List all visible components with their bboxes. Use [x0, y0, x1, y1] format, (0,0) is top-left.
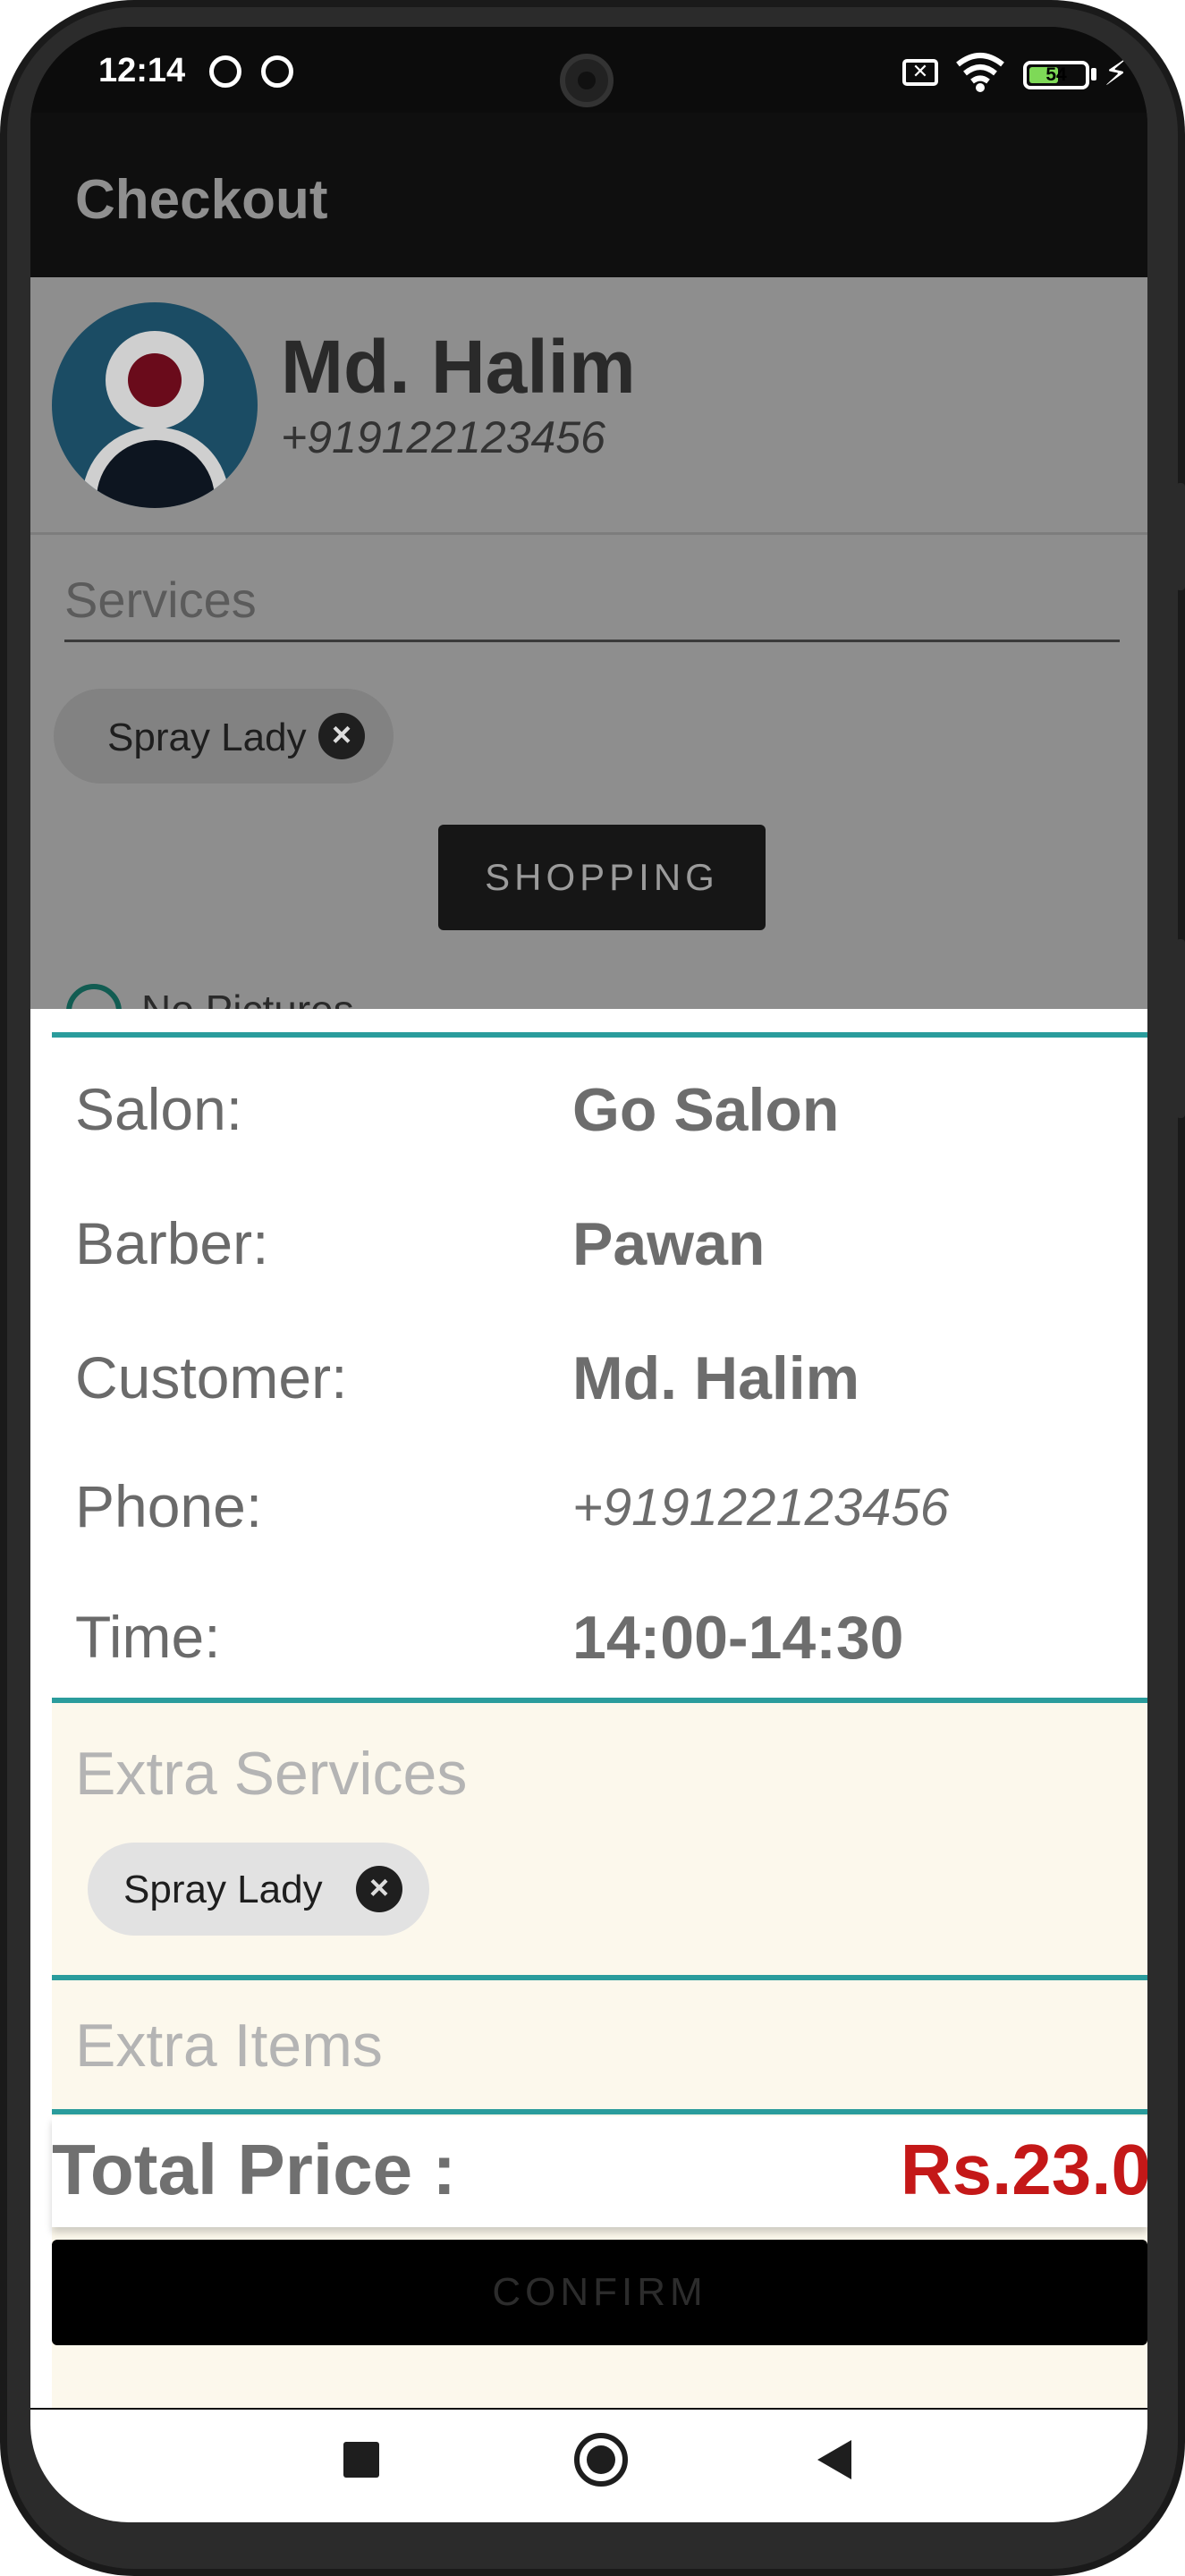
info-label: Time:	[75, 1604, 221, 1670]
sync-icon	[261, 55, 293, 88]
phone-frame: 12:14 ✕ 54 ⚡ Checkout Md. Halim +9191221…	[0, 0, 1185, 2576]
service-chip[interactable]: Spray Lady ×	[54, 689, 394, 784]
extra-service-chip[interactable]: Spray Lady ×	[88, 1843, 429, 1936]
app-bar: Checkout	[30, 113, 1147, 277]
salon-value: Go Salon	[572, 1076, 840, 1144]
confirm-button[interactable]: CONFIRM	[52, 2240, 1147, 2345]
total-price-value: Rs.23.0	[900, 2130, 1147, 2209]
phone-value: +919122123456	[572, 1479, 949, 1537]
front-camera	[560, 54, 614, 107]
info-label: Customer:	[75, 1344, 348, 1411]
customer-name: Md. Halim	[281, 325, 636, 409]
battery-percent: 54	[1045, 64, 1067, 85]
no-sim-icon: ✕	[902, 59, 938, 86]
service-chip-label: Spray Lady	[107, 716, 307, 759]
info-row-phone: Phone: +919122123456	[75, 1472, 1130, 1562]
total-price-label: Total Price :	[52, 2130, 456, 2209]
extra-items-section: Extra Items	[52, 1980, 1147, 2109]
close-circle-icon[interactable]: ×	[356, 1866, 402, 1912]
time-value: 14:00-14:30	[572, 1604, 904, 1672]
checkout-background: Md. Halim +919122123456 Services Spray L…	[30, 277, 1147, 1039]
wifi-icon	[956, 53, 1004, 92]
page-title: Checkout	[75, 169, 328, 231]
screen: 12:14 ✕ 54 ⚡ Checkout Md. Halim +9191221…	[30, 27, 1147, 2522]
status-time: 12:14	[98, 52, 186, 89]
info-label: Phone:	[75, 1473, 263, 1539]
barber-value: Pawan	[572, 1210, 766, 1278]
services-input[interactable]: Services	[64, 571, 257, 629]
customer-phone: +919122123456	[281, 412, 605, 462]
back-icon[interactable]	[817, 2440, 851, 2479]
total-price-row: Total Price : Rs.23.0	[52, 2116, 1147, 2227]
customer-value: Md. Halim	[572, 1344, 860, 1412]
battery-icon: 54	[1023, 61, 1089, 89]
divider-top	[52, 1032, 1147, 1038]
navigation-bar	[30, 2410, 1147, 2522]
divider	[30, 532, 1147, 535]
info-row-customer: Customer: Md. Halim	[75, 1343, 1130, 1433]
shopping-button[interactable]: SHOPPING	[438, 825, 766, 930]
info-row-time: Time: 14:00-14:30	[75, 1603, 1130, 1692]
info-label: Salon:	[75, 1076, 243, 1142]
volume-button	[1176, 939, 1185, 1118]
extra-items-title: Extra Items	[75, 2012, 383, 2080]
extra-services-section: Extra Services Spray Lady ×	[52, 1703, 1147, 1977]
extra-service-chip-label: Spray Lady	[123, 1868, 323, 1911]
close-circle-icon[interactable]: ×	[318, 713, 365, 759]
status-bar: 12:14 ✕ 54 ⚡	[30, 27, 1147, 113]
recent-apps-icon[interactable]	[343, 2442, 379, 2478]
services-input-underline	[64, 640, 1120, 642]
power-button	[1176, 483, 1185, 590]
sync-icon	[209, 55, 241, 88]
avatar-head	[106, 331, 204, 429]
charging-icon: ⚡	[1104, 54, 1130, 93]
avatar	[52, 302, 258, 508]
battery-cap	[1091, 68, 1096, 80]
extra-services-title: Extra Services	[75, 1740, 468, 1808]
avatar-body	[82, 428, 229, 508]
home-icon[interactable]	[574, 2433, 628, 2487]
info-row-salon: Salon: Go Salon	[75, 1075, 1130, 1165]
info-row-barber: Barber: Pawan	[75, 1209, 1130, 1299]
info-label: Barber:	[75, 1210, 269, 1276]
